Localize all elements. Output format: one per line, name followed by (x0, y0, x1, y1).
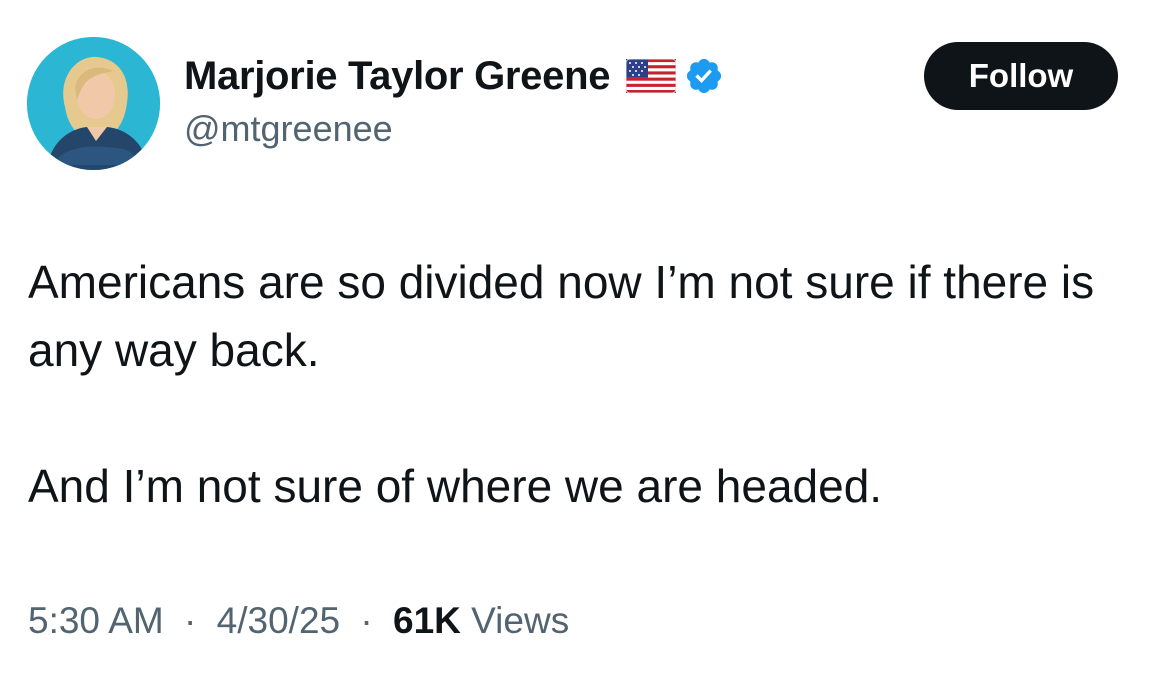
meta-separator: · (184, 600, 197, 641)
meta-separator: · (360, 600, 373, 641)
tweet-paragraph: And I’m not sure of where we are headed. (28, 460, 883, 512)
user-handle[interactable]: @mtgreenee (184, 108, 393, 150)
us-flag-icon (625, 58, 677, 94)
verified-badge-icon[interactable] (684, 56, 724, 96)
tweet-text: Americans are so divided now I’m not sur… (28, 248, 1138, 520)
views-label: Views (471, 600, 570, 641)
avatar[interactable] (27, 37, 160, 170)
tweet-time[interactable]: 5:30 AM (28, 600, 164, 641)
display-name[interactable]: Marjorie Taylor Greene (184, 54, 610, 99)
tweet-meta: 5:30 AM · 4/30/25 · 61K Views (28, 600, 569, 642)
tweet-paragraph: Americans are so divided now I’m not sur… (28, 256, 1095, 376)
views-count: 61K (393, 600, 461, 641)
name-row: Marjorie Taylor Greene (184, 50, 724, 102)
avatar-image (27, 37, 160, 170)
tweet-date[interactable]: 4/30/25 (217, 600, 340, 641)
follow-button[interactable]: Follow (924, 42, 1118, 110)
